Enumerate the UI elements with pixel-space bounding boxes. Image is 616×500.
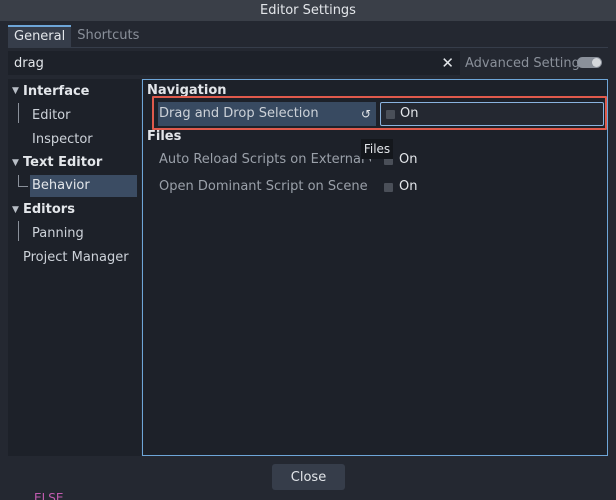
tab-shortcuts[interactable]: Shortcuts <box>71 25 145 47</box>
window-title: Editor Settings <box>0 0 616 21</box>
chevron-down-icon[interactable]: ▼ <box>12 205 19 215</box>
property-open-dominant-script: Open Dominant Script on Scene Cha On <box>158 175 604 199</box>
tree-guide-line <box>18 186 28 187</box>
checkbox[interactable] <box>384 183 393 192</box>
tab-bar: General Shortcuts <box>8 25 145 47</box>
settings-panel <box>142 79 608 456</box>
sidebar-item-editor[interactable]: Editor <box>32 105 70 127</box>
sidebar-item-project-manager[interactable]: Project Manager <box>23 247 129 269</box>
advanced-settings-label: Advanced Settings <box>465 56 587 71</box>
sidebar-item-behavior[interactable]: Behavior <box>32 175 90 197</box>
revert-icon[interactable]: ↺ <box>361 102 371 126</box>
tooltip: Files <box>361 139 393 159</box>
checkbox-label: On <box>400 106 419 121</box>
property-label: Drag and Drop Selection <box>158 102 376 126</box>
chevron-down-icon[interactable]: ▼ <box>12 158 19 168</box>
sidebar-item-panning[interactable]: Panning <box>32 223 84 245</box>
sidebar-item-inspector[interactable]: Inspector <box>32 129 93 151</box>
search-input[interactable] <box>8 51 438 75</box>
property-label: Open Dominant Script on Scene Cha <box>159 179 371 194</box>
drag-and-drop-value-field[interactable]: On <box>380 102 604 126</box>
background-code-text: ELSE <box>34 491 64 500</box>
sidebar-item-text-editor[interactable]: Text Editor <box>23 152 102 174</box>
sidebar-item-editors[interactable]: Editors <box>23 199 75 221</box>
tree-guide-line <box>18 221 19 241</box>
sidebar: ▼ Interface Editor Inspector ▼ Text Edit… <box>8 79 141 456</box>
section-title-navigation: Navigation <box>147 83 227 98</box>
tree-guide-line <box>18 103 19 123</box>
close-button[interactable]: Close <box>272 464 345 490</box>
property-label: Auto Reload Scripts on External Chan <box>159 152 371 167</box>
checkbox-label: On <box>399 179 418 194</box>
checkbox-label: On <box>399 152 418 167</box>
search-box: ✕ <box>8 51 460 75</box>
advanced-settings-toggle[interactable] <box>577 57 602 68</box>
section-title-files: Files <box>147 129 182 144</box>
tab-general[interactable]: General <box>8 25 72 47</box>
sidebar-item-interface[interactable]: Interface <box>23 81 90 103</box>
tab-divider <box>8 47 608 48</box>
checkbox[interactable] <box>386 110 395 119</box>
chevron-down-icon[interactable]: ▼ <box>12 86 19 96</box>
close-icon[interactable]: ✕ <box>441 53 454 73</box>
